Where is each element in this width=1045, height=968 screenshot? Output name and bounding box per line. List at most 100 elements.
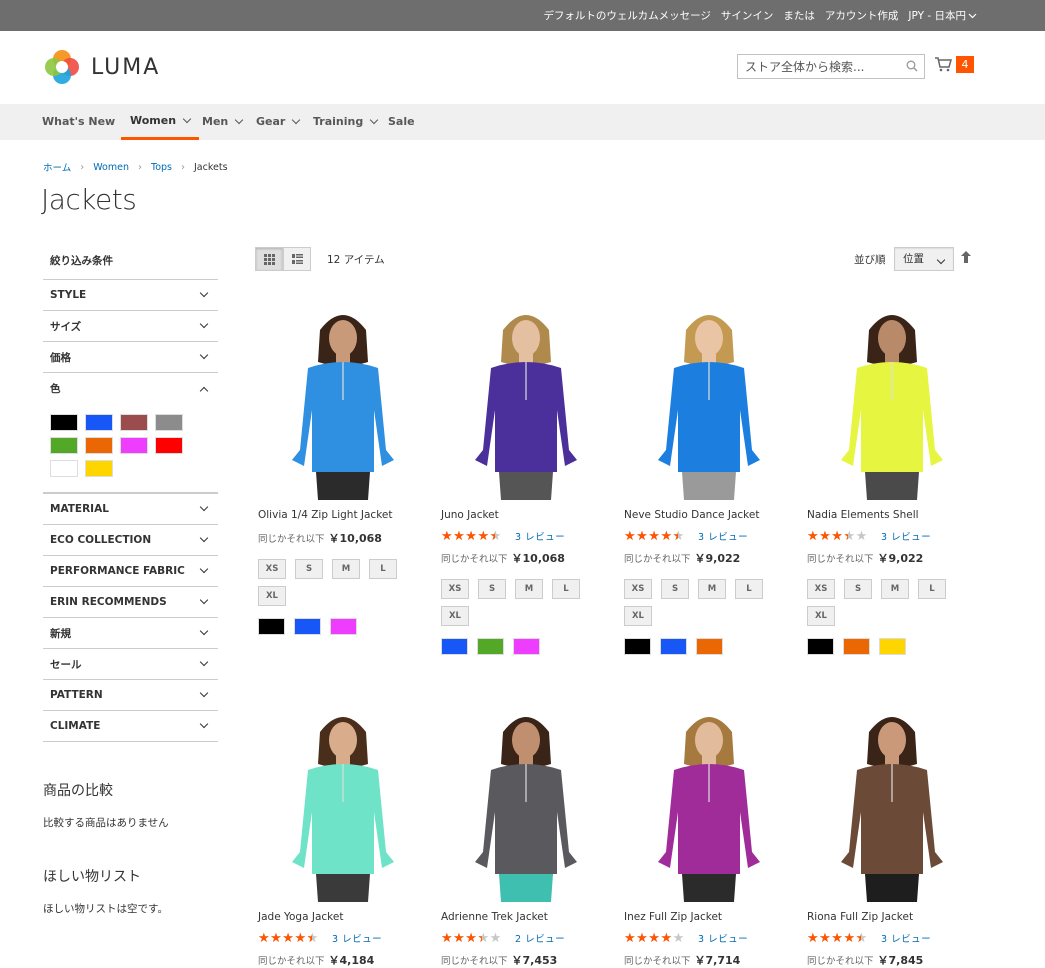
breadcrumb-tops[interactable]: Tops <box>151 162 172 173</box>
nav-item-women[interactable]: Women <box>121 104 200 140</box>
color-option-swatch[interactable] <box>660 638 687 655</box>
product-image[interactable] <box>258 702 428 902</box>
filter-row[interactable]: CLIMATE <box>43 711 218 742</box>
product-name-link[interactable]: Jade Yoga Jacket <box>258 911 428 925</box>
size-option[interactable]: M <box>698 579 726 599</box>
filter-row[interactable]: PATTERN <box>43 680 218 711</box>
color-option-swatch[interactable] <box>624 638 651 655</box>
color-swatch[interactable] <box>50 414 78 431</box>
search-input[interactable] <box>738 55 898 78</box>
color-swatch[interactable] <box>155 414 183 431</box>
nav-item-training[interactable]: Training <box>313 104 379 140</box>
color-swatch[interactable] <box>85 437 113 454</box>
logo[interactable]: LUMA <box>43 48 160 86</box>
size-option[interactable]: L <box>735 579 763 599</box>
size-option[interactable]: M <box>881 579 909 599</box>
filter-row[interactable]: PERFORMANCE FABRIC <box>43 556 218 587</box>
product-item[interactable]: Inez Full Zip Jacket ★★★★★★★★★★ 3 レビュー同じかそ… <box>624 702 794 967</box>
product-item[interactable]: Adrienne Trek Jacket ★★★★★★★★★★ 2 レビュー同じかそ… <box>441 702 611 967</box>
product-name-link[interactable]: Inez Full Zip Jacket <box>624 911 794 925</box>
nav-item-whats-new[interactable]: What's New <box>42 104 115 140</box>
size-option[interactable]: S <box>478 579 506 599</box>
product-image[interactable] <box>807 702 977 902</box>
sort-direction-arrow-icon[interactable] <box>960 250 972 264</box>
color-swatch[interactable] <box>50 460 78 477</box>
size-option[interactable]: S <box>295 559 323 579</box>
filter-row[interactable]: ERIN RECOMMENDS <box>43 587 218 618</box>
breadcrumb-women[interactable]: Women <box>93 162 129 173</box>
filter-row[interactable]: ECO COLLECTION <box>43 525 218 556</box>
product-image[interactable] <box>624 702 794 902</box>
nav-item-men[interactable]: Men <box>202 104 244 140</box>
color-option-swatch[interactable] <box>258 618 285 635</box>
size-option[interactable]: L <box>369 559 397 579</box>
product-name-link[interactable]: Nadia Elements Shell <box>807 509 977 523</box>
size-option[interactable]: S <box>844 579 872 599</box>
filter-row[interactable]: 新規 <box>43 618 218 649</box>
color-option-swatch[interactable] <box>513 638 540 655</box>
filter-price[interactable]: 価格 <box>43 342 218 373</box>
product-name-link[interactable]: Riona Full Zip Jacket <box>807 911 977 925</box>
product-image[interactable] <box>624 300 794 500</box>
color-swatch[interactable] <box>155 437 183 454</box>
product-item[interactable]: Jade Yoga Jacket ★★★★★★★★★★ 3 レビュー同じかそれ以下￥… <box>258 702 428 967</box>
product-item[interactable]: Neve Studio Dance Jacket ★★★★★★★★★★ 3 レビュー… <box>624 300 794 655</box>
breadcrumb-home[interactable]: ホーム <box>43 160 71 174</box>
product-image[interactable] <box>441 702 611 902</box>
size-option[interactable]: XS <box>624 579 652 599</box>
size-option[interactable]: XL <box>441 606 469 626</box>
nav-item-gear[interactable]: Gear <box>256 104 301 140</box>
product-item[interactable]: Juno Jacket ★★★★★★★★★★ 3 レビュー同じかそれ以下￥10,06… <box>441 300 611 655</box>
color-option-swatch[interactable] <box>879 638 906 655</box>
reviews-link[interactable]: 3 レビュー <box>881 529 931 543</box>
reviews-link[interactable]: 3 レビュー <box>698 529 748 543</box>
product-image[interactable] <box>258 300 428 500</box>
list-view-button[interactable] <box>283 247 311 271</box>
color-option-swatch[interactable] <box>843 638 870 655</box>
mini-cart[interactable]: 4 <box>935 56 974 73</box>
product-image[interactable] <box>807 300 977 500</box>
product-name-link[interactable]: Juno Jacket <box>441 509 611 523</box>
filter-color[interactable]: 色 <box>43 373 218 404</box>
size-option[interactable]: XL <box>807 606 835 626</box>
product-name-link[interactable]: Adrienne Trek Jacket <box>441 911 611 925</box>
color-swatch[interactable] <box>50 437 78 454</box>
color-option-swatch[interactable] <box>330 618 357 635</box>
color-option-swatch[interactable] <box>294 618 321 635</box>
size-option[interactable]: XL <box>624 606 652 626</box>
color-swatch[interactable] <box>85 414 113 431</box>
color-option-swatch[interactable] <box>696 638 723 655</box>
color-swatch[interactable] <box>120 414 148 431</box>
product-item[interactable]: Riona Full Zip Jacket ★★★★★★★★★★ 3 レビュー同じか… <box>807 702 977 967</box>
size-option[interactable]: L <box>552 579 580 599</box>
size-option[interactable]: XS <box>807 579 835 599</box>
size-option[interactable]: XS <box>258 559 286 579</box>
filter-style[interactable]: STYLE <box>43 280 218 311</box>
reviews-link[interactable]: 3 レビュー <box>698 931 748 945</box>
search-icon[interactable] <box>906 60 918 72</box>
reviews-link[interactable]: 3 レビュー <box>515 529 565 543</box>
sign-in-link[interactable]: サインイン <box>721 8 774 23</box>
size-option[interactable]: M <box>332 559 360 579</box>
color-option-swatch[interactable] <box>441 638 468 655</box>
currency-switcher[interactable]: JPY - 日本円 <box>908 8 977 23</box>
size-option[interactable]: M <box>515 579 543 599</box>
product-item[interactable]: Nadia Elements Shell ★★★★★★★★★★ 3 レビュー同じかそ… <box>807 300 977 655</box>
product-image[interactable] <box>441 300 611 500</box>
filter-row[interactable]: セール <box>43 649 218 680</box>
color-swatch[interactable] <box>85 460 113 477</box>
sort-select[interactable]: 位置 <box>894 247 954 271</box>
color-option-swatch[interactable] <box>807 638 834 655</box>
reviews-link[interactable]: 3 レビュー <box>881 931 931 945</box>
reviews-link[interactable]: 2 レビュー <box>515 931 565 945</box>
reviews-link[interactable]: 3 レビュー <box>332 931 382 945</box>
size-option[interactable]: L <box>918 579 946 599</box>
product-name-link[interactable]: Neve Studio Dance Jacket <box>624 509 794 523</box>
color-option-swatch[interactable] <box>477 638 504 655</box>
nav-item-sale[interactable]: Sale <box>388 104 415 140</box>
size-option[interactable]: S <box>661 579 689 599</box>
color-swatch[interactable] <box>120 437 148 454</box>
filter-row[interactable]: MATERIAL <box>43 494 218 525</box>
create-account-link[interactable]: アカウント作成 <box>825 8 899 23</box>
size-option[interactable]: XS <box>441 579 469 599</box>
